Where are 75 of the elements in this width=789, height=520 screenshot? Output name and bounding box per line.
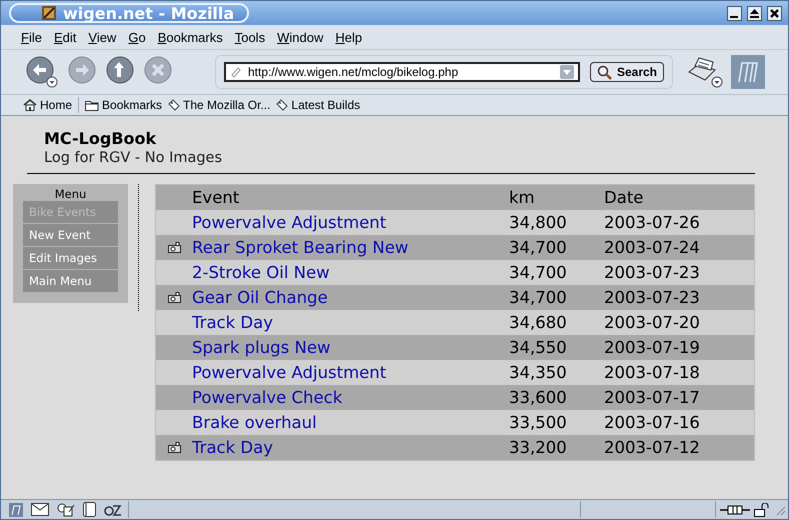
table-cell-text: 33,600	[509, 388, 568, 407]
url-field[interactable]: http://www.wigen.net/mclog/bikelog.php	[224, 62, 580, 82]
menu-item[interactable]: Edit	[54, 30, 76, 44]
camera-icon[interactable]	[168, 292, 180, 303]
menu-item[interactable]: View	[88, 30, 116, 44]
event-link[interactable]: Spark plugs New	[192, 338, 509, 357]
camera-icon[interactable]	[168, 442, 180, 453]
menu-item[interactable]: Bookmarks	[158, 30, 223, 44]
menu-heading: Menu	[54, 187, 88, 201]
page-subtitle: Log for RGV - No Images	[44, 149, 224, 167]
resize-grip-icon[interactable]	[774, 504, 786, 516]
mail-icon[interactable]	[31, 503, 49, 516]
home-icon	[23, 99, 37, 111]
table-cell-text: 33,200	[509, 438, 568, 457]
table-cell-text: 2003-07-23	[604, 288, 701, 307]
menu-item[interactable]: Tools	[234, 30, 266, 44]
event-link[interactable]: Track Day	[192, 313, 509, 332]
bookmark-link[interactable]: The Mozilla Or...	[168, 98, 270, 112]
menu-item[interactable]: Help	[335, 30, 362, 44]
column-header: km	[509, 188, 536, 207]
table-cell-text: 34,550	[509, 338, 568, 357]
table-cell-text: 34,700	[509, 288, 568, 307]
menu-item[interactable]: Go	[128, 30, 146, 44]
bookmarks-menu[interactable]: Bookmarks	[85, 98, 162, 112]
column-header: Event	[192, 188, 240, 207]
camera-icon[interactable]	[168, 242, 180, 253]
event-link[interactable]: Gear Oil Change	[192, 288, 509, 307]
reload-icon[interactable]	[105, 55, 135, 85]
table-cell-text: 2003-07-24	[604, 238, 701, 257]
table-cell-text: 2003-07-19	[604, 338, 701, 357]
table-cell-text: 2003-07-23	[604, 263, 701, 282]
table-cell-text: 2003-07-16	[604, 413, 701, 432]
column-header: Date	[604, 188, 644, 207]
maximize-icon[interactable]	[747, 6, 762, 20]
folder-icon	[85, 100, 100, 110]
search-button[interactable]: Search	[590, 62, 664, 82]
home-button[interactable]: Home	[21, 97, 80, 113]
table-cell-text: 2003-07-20	[604, 313, 701, 332]
navigator-icon[interactable]	[9, 502, 23, 516]
menu-item[interactable]: Window	[277, 30, 324, 44]
table-cell-text: 2003-07-18	[604, 363, 701, 382]
event-link[interactable]: Rear Sproket Bearing New	[192, 238, 509, 257]
app-icon	[41, 5, 57, 21]
event-link[interactable]: Powervalve Check	[192, 388, 509, 407]
table-cell-text: 2003-07-12	[604, 438, 701, 457]
event-link[interactable]: Track Day	[192, 438, 509, 457]
address-book-icon[interactable]	[83, 502, 96, 517]
table-cell-text: 2003-07-26	[604, 213, 701, 232]
bookmark-icon	[168, 99, 180, 111]
table-cell-text: 34,700	[509, 263, 568, 282]
event-link[interactable]: Powervalve Adjustment	[192, 363, 509, 382]
close-icon[interactable]	[767, 6, 782, 20]
printer-icon[interactable]	[687, 56, 725, 88]
bookmark-link[interactable]: Latest Builds	[276, 98, 360, 112]
stop-icon[interactable]	[143, 55, 173, 85]
search-icon	[596, 64, 613, 80]
table-cell-text: 34,350	[509, 363, 568, 382]
bookmark-icon	[276, 99, 288, 111]
table-cell-text: 33,500	[509, 413, 568, 432]
table-cell-text: 34,700	[509, 238, 568, 257]
page-title: MC-LogBook	[44, 129, 158, 149]
forward-icon[interactable]	[67, 55, 97, 85]
back-icon[interactable]	[25, 55, 59, 89]
window-title: wigen.net - Mozilla	[63, 4, 234, 22]
table-cell-text: 2003-07-17	[604, 388, 701, 407]
event-link[interactable]: Brake overhaul	[192, 413, 509, 432]
composer-icon[interactable]	[57, 502, 75, 516]
event-link[interactable]: 2-Stroke Oil New	[192, 263, 509, 282]
table-cell-text: 34,800	[509, 213, 568, 232]
table-cell-text: 34,680	[509, 313, 568, 332]
lock-icon	[754, 502, 770, 516]
connection-icon	[720, 504, 750, 516]
minimize-icon[interactable]	[727, 6, 742, 20]
event-link[interactable]: Powervalve Adjustment	[192, 213, 509, 232]
menu-item[interactable]: File	[21, 30, 42, 44]
